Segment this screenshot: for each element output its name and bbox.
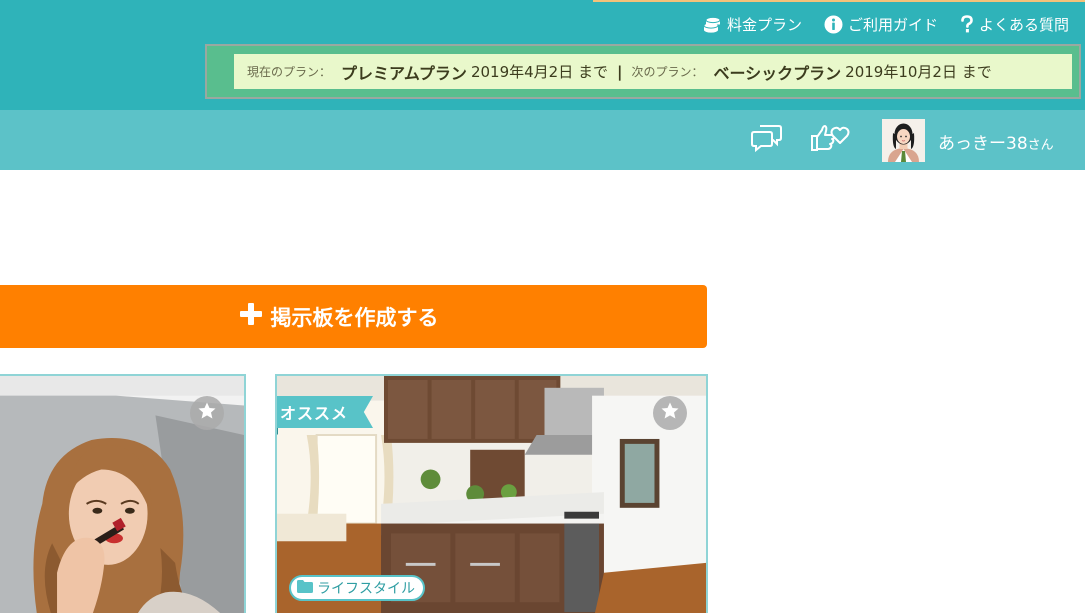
category-label: ライフスタイル: [317, 581, 415, 597]
coins-icon: [702, 15, 722, 35]
star-icon: [197, 401, 217, 425]
next-plan-until: 2019年10月2日 まで: [845, 63, 992, 81]
usage-guide-label: ご利用ガイド: [847, 16, 938, 34]
plan-status-box: 現在のプラン： プレミアムプラン 2019年4月2日 まで | 次のプラン： ベ…: [205, 44, 1081, 99]
recommended-ribbon: オススメ: [277, 396, 373, 428]
username-text: あっきー38: [938, 134, 1028, 154]
header-accent-line: [593, 0, 1085, 2]
current-plan-until: 2019年4月2日 まで: [470, 63, 608, 81]
thumbs-up-heart-icon[interactable]: [810, 123, 850, 157]
favorite-button[interactable]: [190, 396, 224, 430]
category-tag[interactable]: ライフスタイル: [289, 575, 425, 601]
recommended-ribbon-label: オススメ: [280, 404, 349, 423]
username[interactable]: あっきー38さん: [938, 129, 1054, 154]
star-icon: [660, 401, 680, 425]
faq-link[interactable]: よくある質問: [960, 14, 1069, 35]
faq-label: よくある質問: [978, 16, 1069, 34]
header-links: 料金プラン ご利用ガイド よくある質問: [702, 14, 1069, 35]
info-icon: [824, 15, 843, 34]
board-card[interactable]: [0, 374, 246, 613]
next-plan-name: ベーシックプラン: [713, 63, 842, 83]
ribbon-fold: [277, 428, 278, 435]
create-board-button[interactable]: 掲示板を作成する: [0, 285, 707, 348]
question-icon: [960, 15, 974, 34]
avatar[interactable]: [882, 119, 925, 162]
user-bar: あっきー38さん: [0, 110, 1085, 170]
next-plan-label: 次のプラン：: [631, 65, 704, 79]
current-plan-name: プレミアムプラン: [341, 63, 467, 83]
folder-icon: [297, 579, 313, 597]
favorite-button[interactable]: [653, 396, 687, 430]
header-bar: 料金プラン ご利用ガイド よくある質問 現在のプラン： プレミアムプラン 201…: [0, 0, 1085, 110]
plus-icon: [239, 302, 263, 331]
username-honorific: さん: [1027, 138, 1054, 153]
page: 料金プラン ご利用ガイド よくある質問 現在のプラン： プレミアムプラン 201…: [0, 0, 1085, 613]
plan-separator: |: [616, 62, 623, 81]
usage-guide-link[interactable]: ご利用ガイド: [824, 14, 938, 35]
current-plan-label: 現在のプラン：: [247, 65, 332, 79]
board-card[interactable]: オススメ ライフスタイル: [275, 374, 708, 613]
pricing-plan-label: 料金プラン: [726, 16, 802, 34]
chat-bubbles-icon[interactable]: [751, 123, 783, 157]
plan-status-text: 現在のプラン： プレミアムプラン 2019年4月2日 まで | 次のプラン： ベ…: [234, 54, 1072, 89]
pricing-plan-link[interactable]: 料金プラン: [702, 14, 802, 35]
create-board-label: 掲示板を作成する: [270, 305, 439, 330]
